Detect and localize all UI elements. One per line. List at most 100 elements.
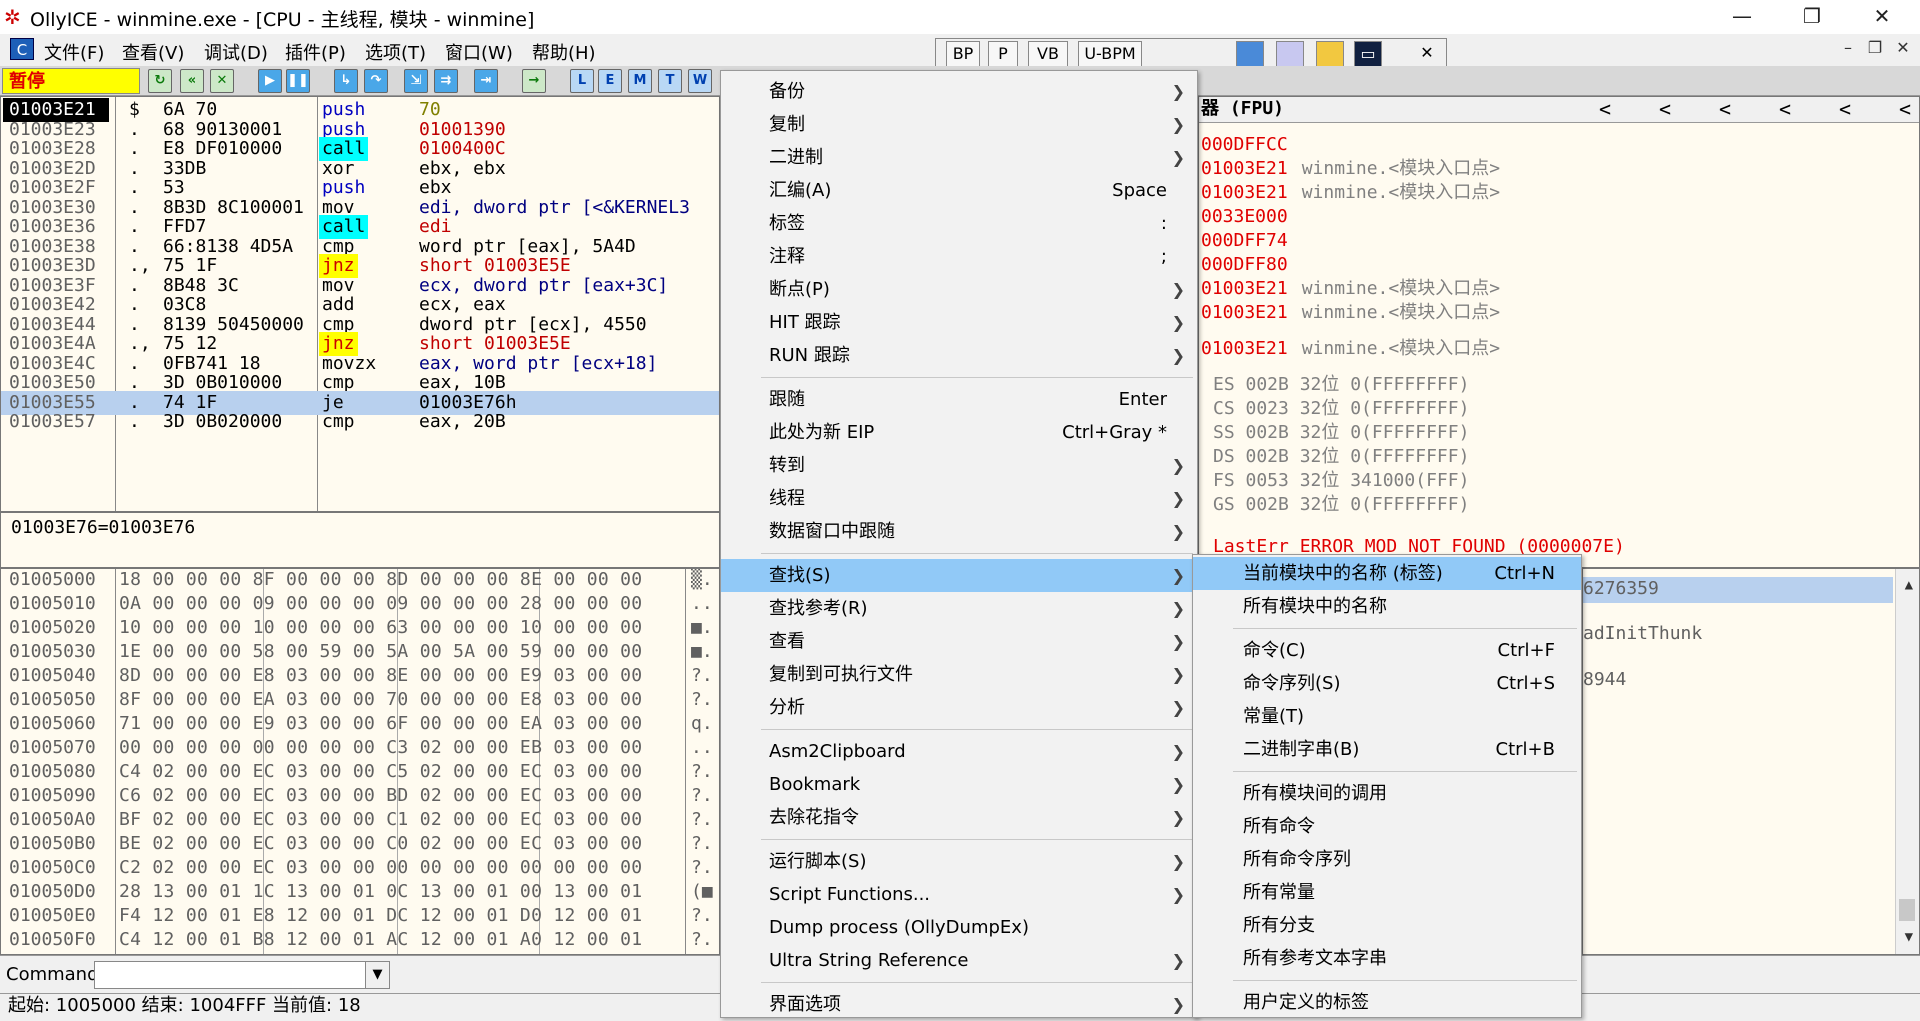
goto-icon[interactable]: → <box>522 69 546 93</box>
submenu-item[interactable]: 用户定义的标签 <box>1193 986 1581 1019</box>
close-icon[interactable]: ✕ <box>1852 0 1912 34</box>
submenu-item[interactable]: 所有参考文本字串 <box>1193 942 1581 975</box>
register-line[interactable]: 000DFF74 <box>1201 229 1302 253</box>
context-menu-item[interactable]: 汇编(A) Space <box>721 174 1197 207</box>
minimize-icon[interactable]: — <box>1712 0 1772 34</box>
menu-window[interactable]: 窗口(W) <box>445 39 513 65</box>
dump-row[interactable]: 01005070 00 00 00 00 00 00 00 00 C3 02 00… <box>1 736 719 760</box>
dump-row[interactable]: 010050A0 BF 02 00 00 EC 03 00 00 C1 02 00… <box>1 808 719 832</box>
segment-register-line[interactable]: ES 002B 32位 0(FFFFFFFF) <box>1213 373 1469 397</box>
open-icon[interactable]: ↻ <box>148 69 172 93</box>
threads-window-icon[interactable]: T <box>658 69 682 93</box>
disasm-row[interactable]: 01003E57. 3D 0B020000 cmp eax, 20B <box>1 410 719 434</box>
context-menu-item[interactable]: Asm2Clipboard ❯ <box>721 735 1197 768</box>
run-icon[interactable]: ▶ <box>258 69 282 93</box>
context-menu-item[interactable]: Ultra String Reference ❯ <box>721 944 1197 977</box>
notes-icon[interactable] <box>1276 41 1304 67</box>
submenu-item[interactable]: 所有分支 <box>1193 909 1581 942</box>
memory-dump-pane[interactable]: 01005000 18 00 00 00 8F 00 00 00 8D 00 00… <box>0 568 720 955</box>
context-menu-item[interactable]: 跟随 Enter <box>721 383 1197 416</box>
scroll-up-icon[interactable]: ▲ <box>1905 577 1913 593</box>
submenu-item[interactable]: 所有命令序列 <box>1193 843 1581 876</box>
dump-row[interactable]: 01005040 8D 00 00 00 E8 03 00 00 8E 00 00… <box>1 664 719 688</box>
register-nav-arrow-icon[interactable]: < <box>1899 97 1911 121</box>
context-menu-item[interactable]: 复制 ❯ <box>721 108 1197 141</box>
register-line[interactable]: 01003E21 winmine.<模块入口点> <box>1201 277 1500 301</box>
mdi-close-icon[interactable]: ✕ <box>1890 38 1916 62</box>
stack-pane[interactable]: 6276359 adInitThunk 8944 ▲ ▼ <box>1582 568 1920 955</box>
registers-pane[interactable]: 器 (FPU) < < < < < < 000DFFCC 01003E21 winmine.<… <box>1198 96 1920 568</box>
context-menu-item[interactable]: 查找(S) ❯ <box>721 559 1197 592</box>
modules-window-icon[interactable]: E <box>598 69 622 93</box>
submenu-item[interactable]: 命令(C) Ctrl+F <box>1193 634 1581 667</box>
dump-row[interactable]: 010050E0 F4 12 00 01 E8 12 00 01 DC 12 00… <box>1 904 719 928</box>
context-menu-item[interactable]: 标签: <box>721 207 1197 240</box>
context-menu-item[interactable]: HIT 跟踪 ❯ <box>721 306 1197 339</box>
register-line[interactable]: 01003E21 winmine.<模块入口点> <box>1201 157 1500 181</box>
context-menu-item[interactable]: 此处为新 EIP Ctrl+Gray * <box>721 416 1197 449</box>
context-menu-item[interactable]: 备份 ❯ <box>721 75 1197 108</box>
menu-debug[interactable]: 调试(D) <box>204 39 268 65</box>
u-bpm-button[interactable]: U-BPM <box>1078 41 1142 67</box>
log-window-icon[interactable]: L <box>570 69 594 93</box>
register-line[interactable]: 000DFFCC <box>1201 133 1302 157</box>
dump-row[interactable]: 01005000 18 00 00 00 8F 00 00 00 8D 00 00… <box>1 569 719 592</box>
submenu-item[interactable]: 所有模块间的调用 <box>1193 777 1581 810</box>
register-line[interactable]: 01003E21 winmine.<模块入口点> <box>1201 181 1500 205</box>
register-nav-arrow-icon[interactable]: < <box>1779 97 1791 121</box>
segment-register-line[interactable]: FS 0053 32位 341000(FFF) <box>1213 469 1469 493</box>
dump-row[interactable]: 010050B0 BE 02 00 00 EC 03 00 00 C0 02 00… <box>1 832 719 856</box>
context-menu-item[interactable]: 断点(P) ❯ <box>721 273 1197 306</box>
submenu-item[interactable]: 当前模块中的名称 (标签) Ctrl+N <box>1193 557 1581 590</box>
bp-button[interactable]: BP <box>946 41 980 67</box>
segment-register-line[interactable]: DS 002B 32位 0(FFFFFFFF) <box>1213 445 1469 469</box>
context-menu-item[interactable]: 运行脚本(S) ❯ <box>721 845 1197 878</box>
register-nav-arrow-icon[interactable]: < <box>1599 97 1611 121</box>
scroll-thumb[interactable] <box>1899 899 1915 921</box>
toolbar-close-icon[interactable]: ✕ <box>1414 41 1440 67</box>
command-dropdown-icon[interactable]: ▼ <box>365 962 389 988</box>
register-line[interactable]: 01003E21 winmine.<模块入口点> <box>1201 301 1500 325</box>
p-button[interactable]: P <box>988 41 1018 67</box>
trace-into-icon[interactable]: ⇲ <box>404 69 428 93</box>
dump-row[interactable]: 01005060 71 00 00 00 E9 03 00 00 6F 00 00… <box>1 712 719 736</box>
dump-row[interactable]: 010050C0 C2 02 00 00 EC 03 00 00 00 00 00… <box>1 856 719 880</box>
step-into-icon[interactable]: ↳ <box>334 69 358 93</box>
close-debug-icon[interactable]: ✕ <box>210 69 234 93</box>
submenu-item[interactable]: 所有常量 <box>1193 876 1581 909</box>
submenu-item[interactable]: 常量(T) <box>1193 700 1581 733</box>
dump-row[interactable]: 010050F0 C4 12 00 01 B8 12 00 01 AC 12 00… <box>1 928 719 952</box>
trace-over-icon[interactable]: ⇉ <box>434 69 458 93</box>
segment-register-line[interactable]: SS 002B 32位 0(FFFFFFFF) <box>1213 421 1469 445</box>
segment-register-line[interactable]: CS 0023 32位 0(FFFFFFFF) <box>1213 397 1469 421</box>
cpu-window-icon[interactable]: C <box>10 38 34 60</box>
restore-icon[interactable]: ❐ <box>1782 0 1842 34</box>
register-nav-arrow-icon[interactable]: < <box>1839 97 1851 121</box>
menu-file[interactable]: 文件(F) <box>44 39 104 65</box>
register-nav-arrow-icon[interactable]: < <box>1659 97 1671 121</box>
vb-button[interactable]: VB <box>1028 41 1068 67</box>
dump-row[interactable]: 01005080 C4 02 00 00 EC 03 00 00 C5 02 00… <box>1 760 719 784</box>
dump-row[interactable]: 01005020 10 00 00 00 10 00 00 00 63 00 00… <box>1 616 719 640</box>
context-menu-item[interactable]: 注释; <box>721 240 1197 273</box>
folder-icon[interactable] <box>1316 41 1344 67</box>
stack-scrollbar[interactable]: ▲ ▼ <box>1895 569 1919 954</box>
segment-register-line[interactable]: GS 002B 32位 0(FFFFFFFF) <box>1213 493 1469 517</box>
memory-window-icon[interactable]: M <box>628 69 652 93</box>
submenu-item[interactable]: 二进制字串(B) Ctrl+B <box>1193 733 1581 766</box>
dump-row[interactable]: 01005010 0A 00 00 00 09 00 00 00 09 00 00… <box>1 592 719 616</box>
register-line[interactable]: 000DFF80 <box>1201 253 1302 277</box>
pause-icon[interactable]: ❚❚ <box>286 69 310 93</box>
restart-icon[interactable]: « <box>180 69 204 93</box>
context-menu-item[interactable]: 二进制 ❯ <box>721 141 1197 174</box>
context-menu-item[interactable]: 界面选项 ❯ <box>721 988 1197 1021</box>
dump-row[interactable]: 01005050 8F 00 00 00 EA 03 00 00 70 00 00… <box>1 688 719 712</box>
register-line[interactable]: 0033E000 <box>1201 205 1302 229</box>
context-menu-item[interactable]: 去除花指令 ❯ <box>721 801 1197 834</box>
disassembly-pane[interactable]: 01003E21 $6A 70 push 70 01003E23. 68 90130001… <box>0 96 720 512</box>
context-menu-item[interactable]: RUN 跟踪 ❯ <box>721 339 1197 372</box>
dump-row[interactable]: 010050D0 28 13 00 01 1C 13 00 01 0C 13 00… <box>1 880 719 904</box>
book-icon[interactable] <box>1236 41 1264 67</box>
menu-options[interactable]: 选项(T) <box>365 39 426 65</box>
menu-help[interactable]: 帮助(H) <box>532 39 596 65</box>
